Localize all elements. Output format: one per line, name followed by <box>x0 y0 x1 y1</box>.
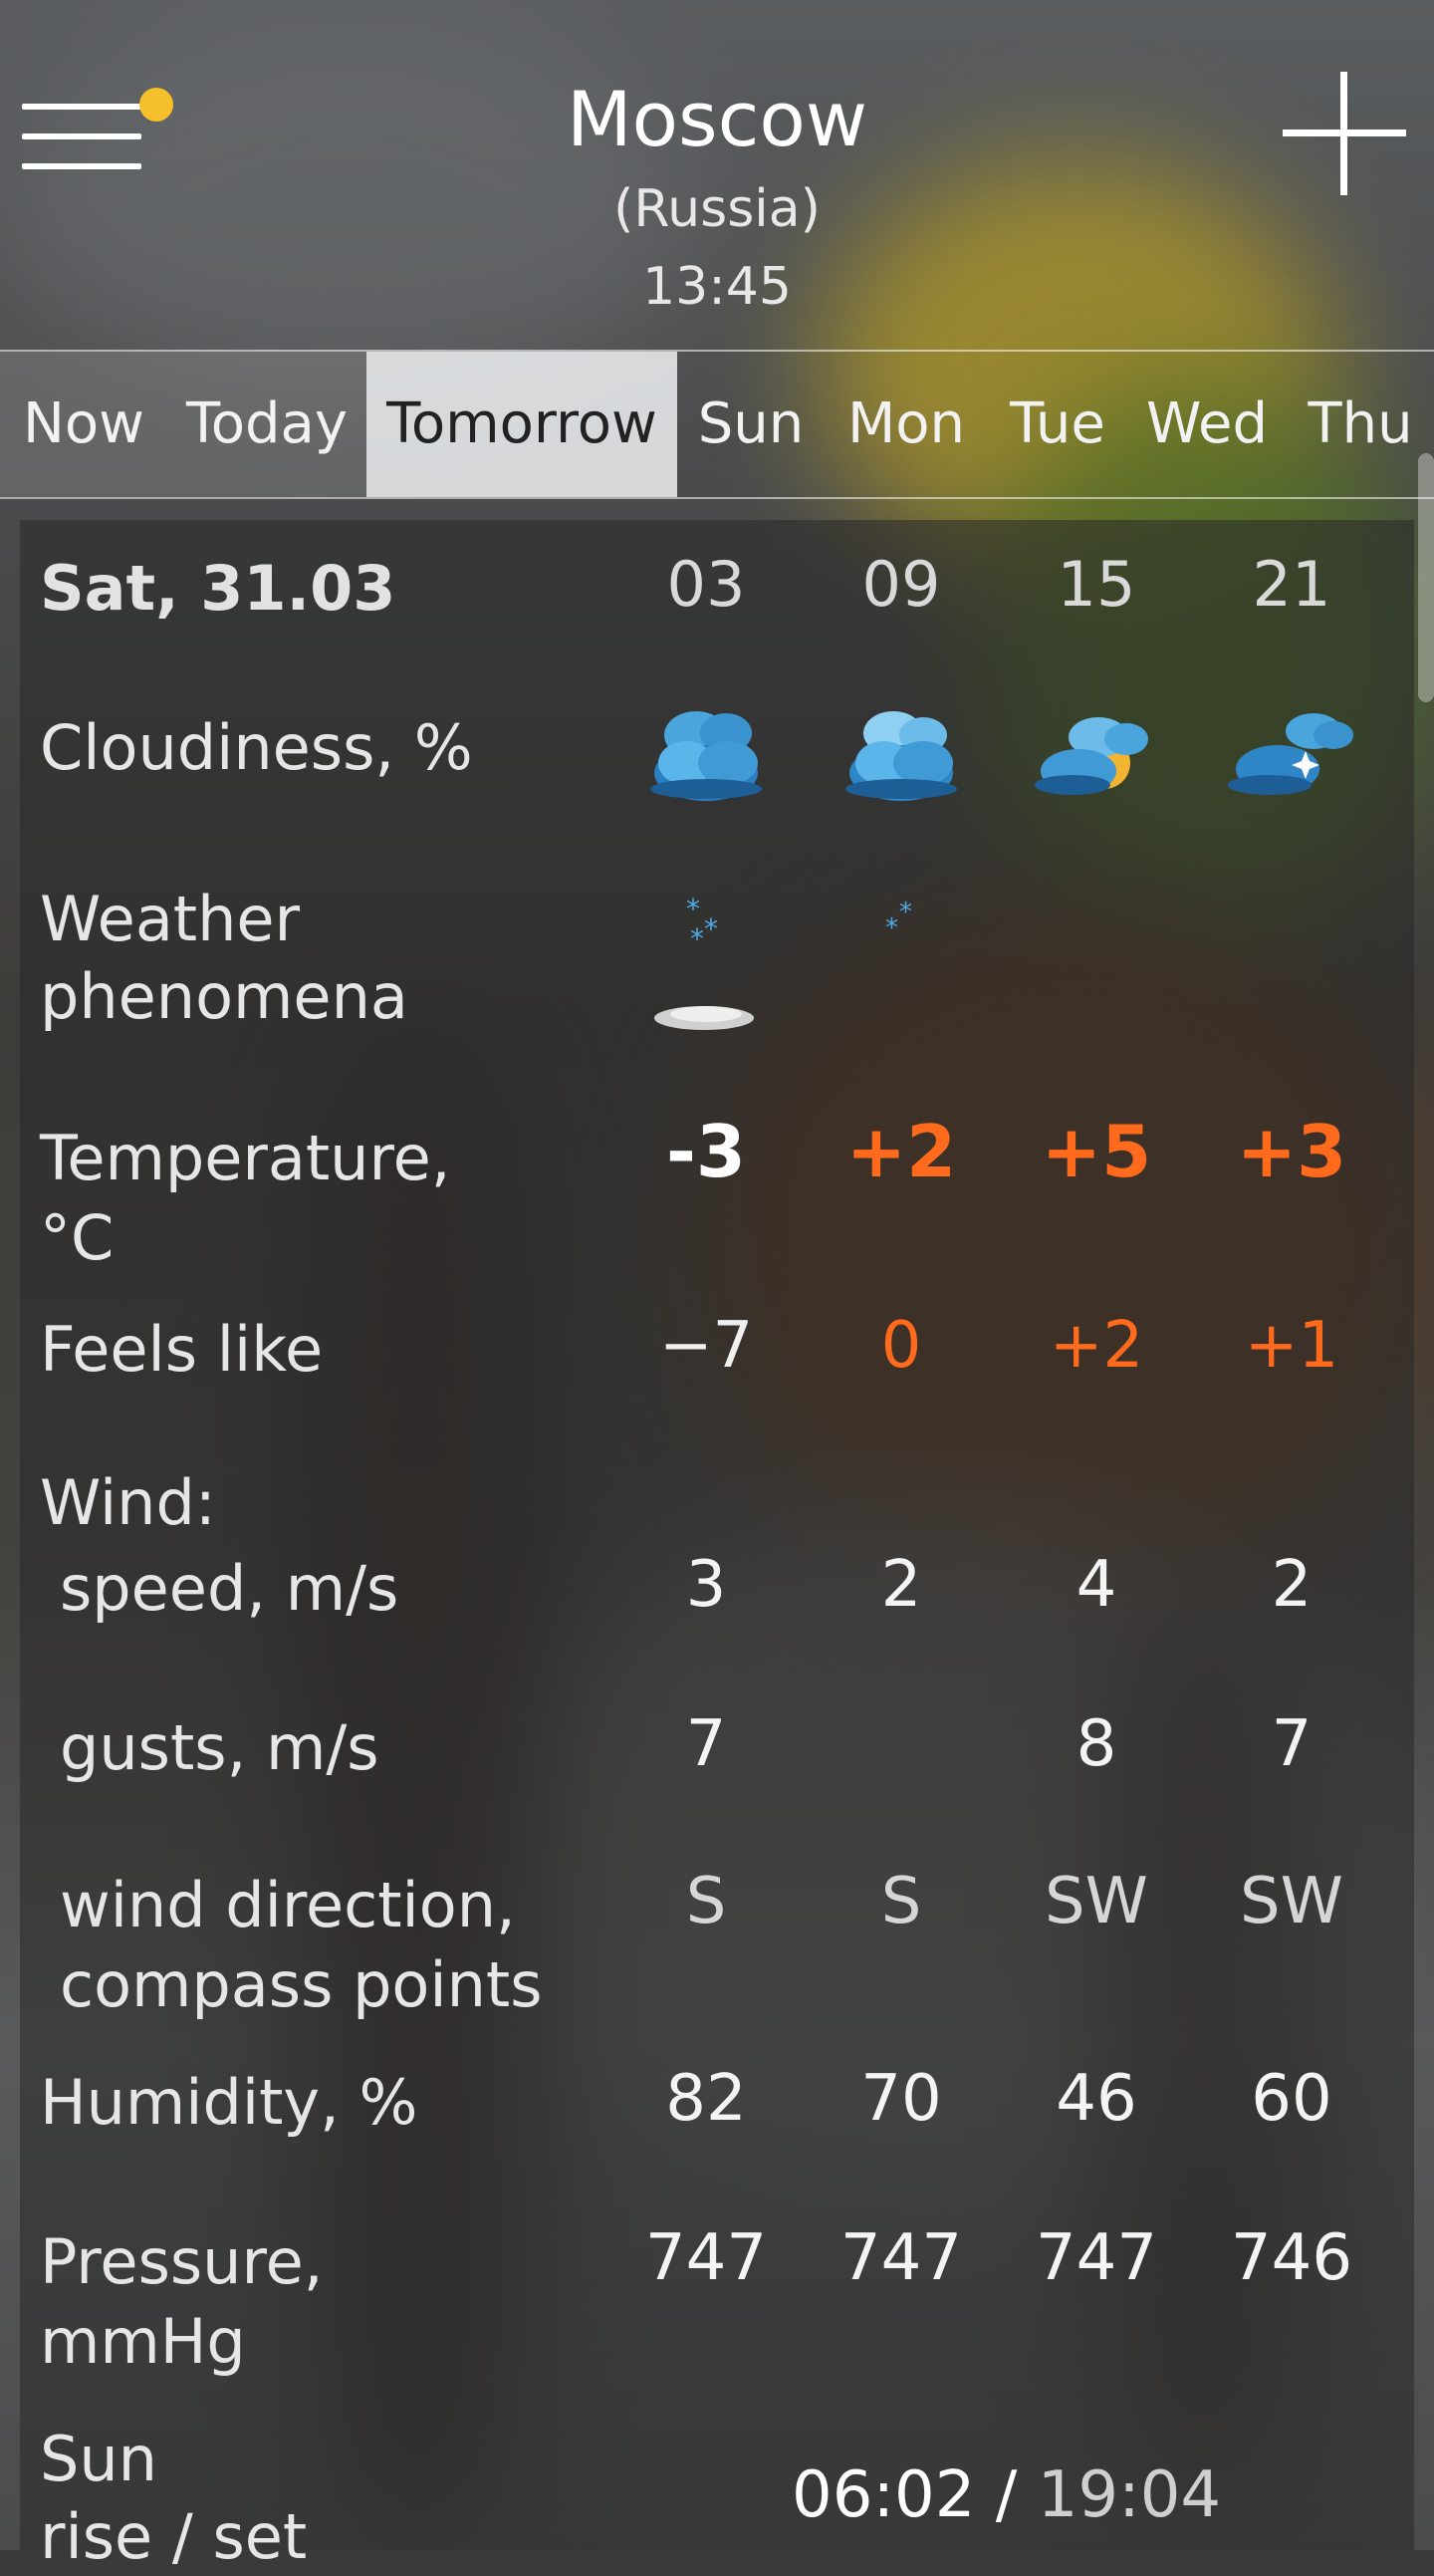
wind-direction-value: SW <box>1045 1865 1148 1938</box>
pressure-value: 747 <box>644 2221 768 2295</box>
feels-like-value: 0 <box>880 1309 922 1383</box>
humidity-value: 82 <box>665 2062 747 2136</box>
wind-direction-label-line2: compass points <box>60 1948 543 2021</box>
wind-direction-label-line1: wind direction, <box>60 1869 516 1941</box>
cloudy-icon <box>832 693 971 813</box>
pressure-value: 746 <box>1230 2221 1353 2295</box>
phenomena-label-line2: phenomena <box>40 960 408 1033</box>
sunrise-time: 06:02 <box>792 2458 976 2532</box>
wind-direction-value: SW <box>1240 1865 1343 1938</box>
wind-gusts-value: 8 <box>1076 1707 1117 1781</box>
svg-text:*: * <box>690 922 704 955</box>
sunrise-sunset: 06:02 / 19:04 <box>792 2458 1221 2532</box>
sunset-time: 19:04 <box>1037 2458 1222 2532</box>
hour-label: 21 <box>1252 548 1331 621</box>
wind-speed-value: 2 <box>1271 1548 1313 1622</box>
snow-fog-icon: * * * <box>646 887 766 1046</box>
feels-like-label: Feels like <box>40 1313 324 1386</box>
wind-gusts-label: gusts, m/s <box>60 1711 379 1784</box>
wind-gusts-value: 7 <box>685 1707 727 1781</box>
wind-direction-value: S <box>685 1865 727 1938</box>
phenomena-label-line1: Weather <box>40 883 301 955</box>
wind-speed-label: speed, m/s <box>60 1552 399 1625</box>
temperature-value: +2 <box>845 1110 957 1193</box>
svg-text:*: * <box>885 913 898 943</box>
temperature-label-line2: °C <box>40 1201 115 1274</box>
pressure-value: 747 <box>1035 2221 1158 2295</box>
light-snow-icon: * * <box>841 887 961 1046</box>
svg-text:*: * <box>899 898 912 927</box>
hour-label: 15 <box>1057 548 1136 621</box>
partly-cloudy-day-icon <box>1027 693 1166 813</box>
feels-like-value: −7 <box>658 1309 754 1383</box>
wind-speed-value: 3 <box>685 1548 727 1622</box>
pressure-label-line1: Pressure, <box>40 2225 324 2298</box>
forecast-date: Sat, 31.03 <box>40 552 396 625</box>
feels-like-value: +1 <box>1244 1309 1339 1383</box>
wind-speed-value: 2 <box>880 1548 922 1622</box>
pressure-value: 747 <box>839 2221 963 2295</box>
sun-label-line1: Sun <box>40 2423 157 2495</box>
wind-gusts-value: 7 <box>1271 1707 1313 1781</box>
temperature-value: +5 <box>1041 1110 1152 1193</box>
temperature-value: -3 <box>666 1110 746 1193</box>
hour-label: 09 <box>861 548 941 621</box>
sun-separator: / <box>975 2458 1038 2532</box>
forecast-table: Sat, 31.03 03 09 15 21 Cloudiness, % Wea… <box>0 0 1434 2573</box>
wind-label: Wind: <box>40 1466 216 1539</box>
humidity-value: 70 <box>860 2062 942 2136</box>
temperature-value: +3 <box>1236 1110 1347 1193</box>
humidity-value: 46 <box>1056 2062 1137 2136</box>
sun-label-line2: rise / set <box>40 2500 308 2573</box>
humidity-value: 60 <box>1251 2062 1332 2136</box>
wind-direction-value: S <box>880 1865 922 1938</box>
pressure-label-line2: mmHg <box>40 2305 246 2378</box>
temperature-label-line1: Temperature, <box>40 1122 451 1194</box>
svg-text:*: * <box>686 893 700 925</box>
hour-label: 03 <box>666 548 746 621</box>
humidity-label: Humidity, % <box>40 2066 418 2139</box>
overcast-cloud-icon <box>636 693 776 813</box>
partly-cloudy-night-icon <box>1222 693 1361 813</box>
svg-text:*: * <box>704 912 718 945</box>
cloudiness-label: Cloudiness, % <box>40 711 473 784</box>
wind-speed-value: 4 <box>1076 1548 1117 1622</box>
feels-like-value: +2 <box>1049 1309 1144 1383</box>
